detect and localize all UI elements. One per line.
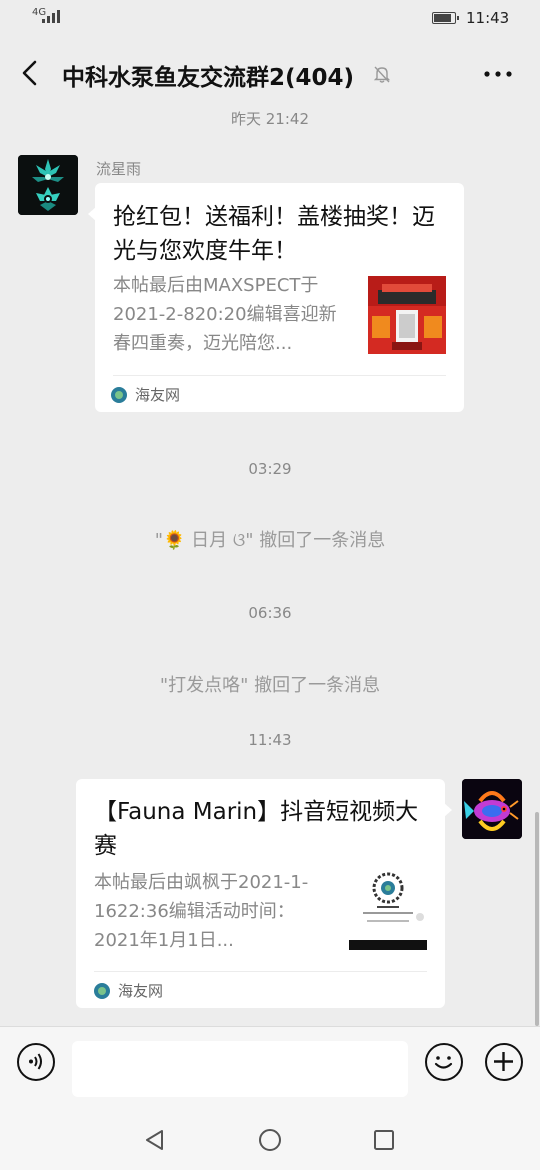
status-time: 11:43	[466, 9, 510, 27]
link-card[interactable]: 【Fauna Marin】抖音短视频大赛 本帖最后由飒枫于2021-1-1622…	[76, 779, 452, 1008]
chat-title: 中科水泵鱼友交流群2(404)	[62, 65, 355, 91]
card-source: 海友网	[94, 980, 163, 1001]
card-description: 本帖最后由MAXSPECT于2021-2-820:20编辑喜迎新春四重奏，迈光陪…	[113, 275, 337, 354]
nav-back-icon[interactable]	[143, 1128, 167, 1152]
haiyou-logo-icon	[111, 386, 127, 403]
add-icon[interactable]	[485, 1043, 523, 1081]
link-card[interactable]: 抢红包！送福利！盖楼抽奖！迈光与您欢度牛年！ 本帖最后由MAXSPECT于202…	[88, 183, 464, 412]
recall-notice: "打发点咯" 撤回了一条消息	[159, 675, 381, 696]
chat-header: 中科水泵鱼友交流群2(404)	[0, 38, 540, 108]
card-source: 海友网	[111, 384, 180, 405]
nav-recents-icon[interactable]	[373, 1129, 395, 1151]
message-timestamp: 06:36	[248, 604, 292, 622]
card-title: 【Fauna Marin】抖音短视频大赛	[94, 799, 419, 859]
card-divider	[113, 375, 446, 376]
avatar[interactable]	[18, 155, 78, 215]
message-timestamp: 11:43	[248, 731, 292, 749]
input-bar	[0, 1026, 540, 1110]
nav-home-icon[interactable]	[258, 1128, 282, 1152]
card-title: 抢红包！送福利！盖楼抽奖！迈光与您欢度牛年！	[113, 204, 435, 264]
card-thumbnail	[368, 276, 446, 354]
card-source-label: 海友网	[118, 982, 164, 1000]
card-source-label: 海友网	[135, 386, 181, 404]
sender-name: 流星雨	[96, 160, 142, 178]
back-icon[interactable]	[18, 58, 44, 88]
message-timestamp: 昨天 21:42	[231, 110, 309, 128]
haiyou-logo-icon	[94, 982, 110, 999]
scrollbar[interactable]	[535, 812, 539, 1026]
battery-icon	[432, 12, 459, 24]
status-bar: 4G 11:43	[0, 0, 540, 38]
signal-icon	[42, 10, 60, 23]
emoji-icon[interactable]	[425, 1043, 463, 1081]
avatar[interactable]	[462, 779, 522, 839]
mute-bell-icon	[372, 64, 392, 84]
recall-notice: "🌻 日月 ଓ" 撤回了一条消息	[154, 530, 386, 551]
card-divider	[94, 971, 427, 972]
more-options-icon[interactable]	[482, 64, 514, 84]
card-description: 本帖最后由飒枫于2021-1-1622:36编辑活动时间：2021年1月1日..…	[94, 872, 309, 951]
system-navigation-bar	[0, 1110, 540, 1170]
card-thumbnail	[349, 872, 427, 950]
message-input[interactable]	[72, 1041, 408, 1097]
voice-input-icon[interactable]	[17, 1043, 55, 1081]
message-timestamp: 03:29	[248, 460, 292, 478]
